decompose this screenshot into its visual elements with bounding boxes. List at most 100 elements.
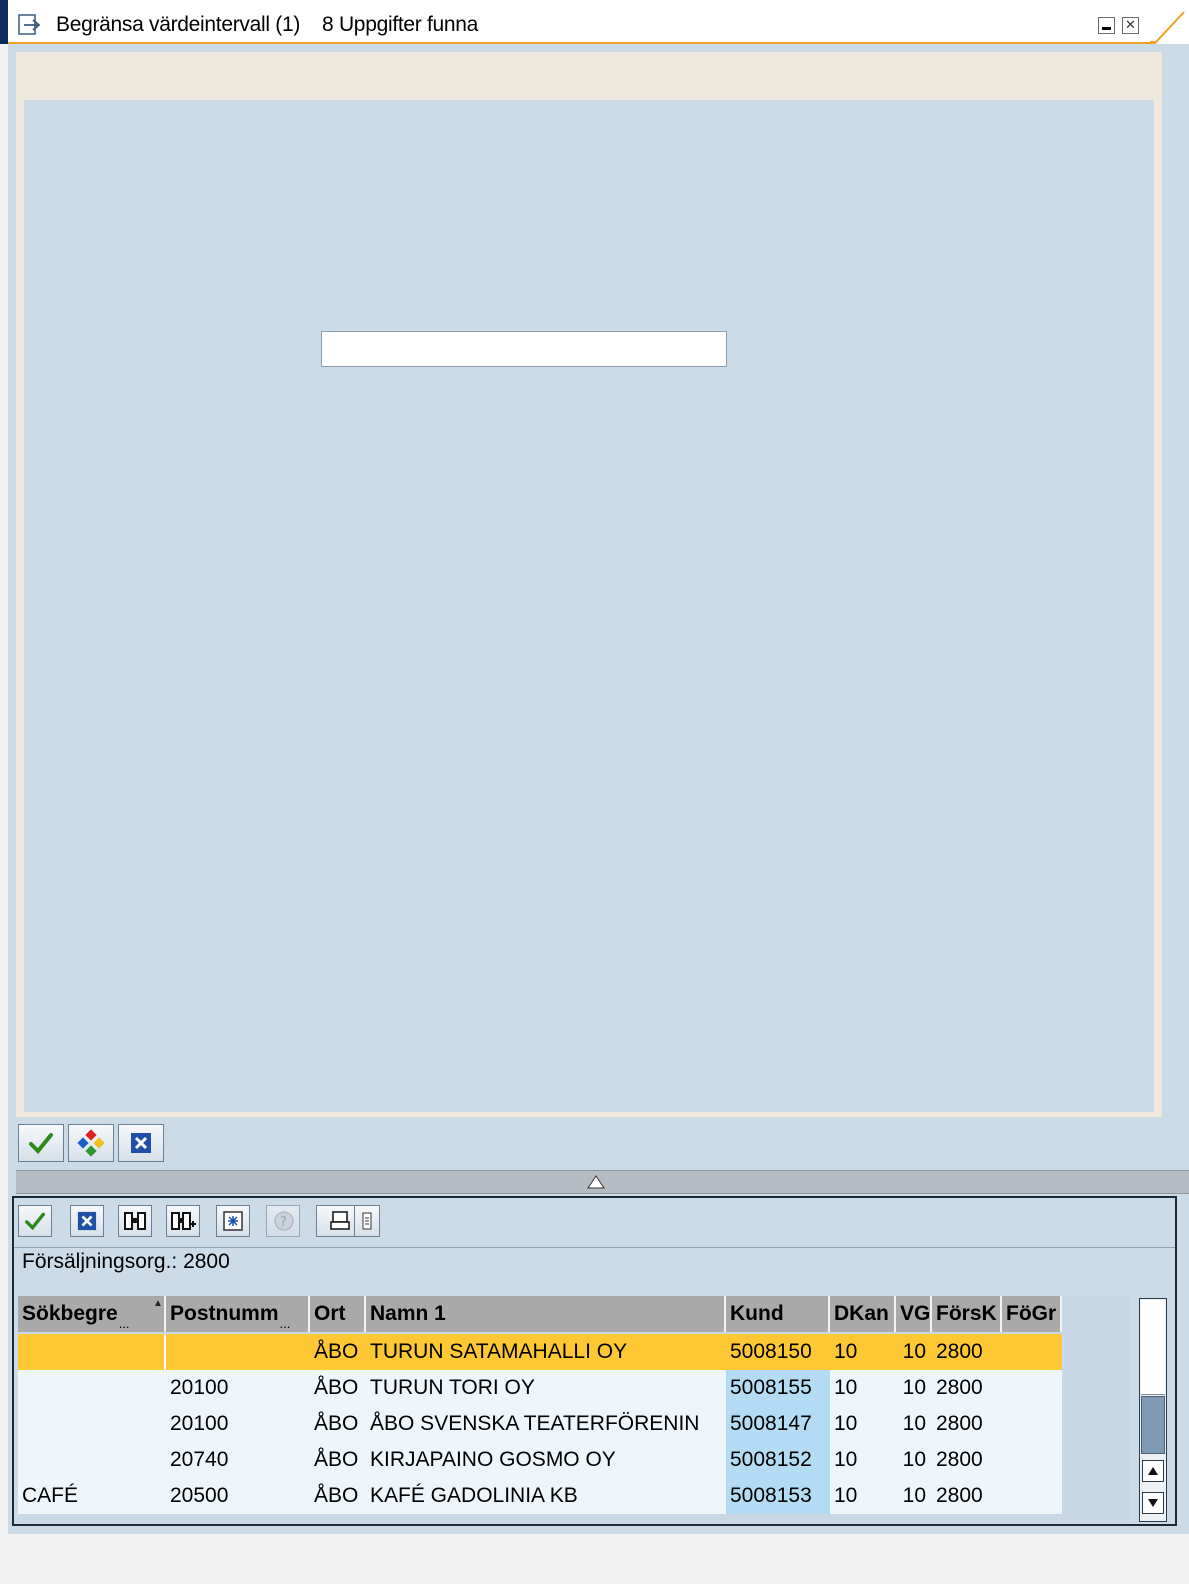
cell-kund: 5008152	[726, 1442, 830, 1478]
cell-postnummer: 20100	[170, 1412, 229, 1435]
column-header-forsk[interactable]: FörsK	[932, 1296, 1002, 1332]
cell-namn: TURUN TORI OY	[370, 1376, 535, 1399]
cell-forsk: 2800	[936, 1340, 983, 1363]
scrollbar-thumb[interactable]	[1141, 1396, 1165, 1454]
table-row[interactable]: 20740 ÅBO KIRJAPAINO GOSMO OY 5008152 10…	[18, 1442, 1062, 1478]
binoculars-plus-icon	[171, 1212, 196, 1230]
cell-ort: ÅBO	[314, 1448, 359, 1471]
binoculars-icon	[124, 1212, 146, 1230]
info-button[interactable]: ?	[266, 1205, 300, 1237]
scroll-down-button[interactable]	[1142, 1492, 1164, 1514]
cell-sokbegrepp	[18, 1334, 166, 1370]
column-header-label: Postnumm	[170, 1302, 279, 1325]
column-header-fogr[interactable]: FöGr	[1002, 1296, 1062, 1332]
cancel-x-icon	[77, 1211, 97, 1231]
cell-vg: 10	[902, 1412, 926, 1435]
info-icon: ?	[274, 1211, 294, 1231]
cell-forsk: 2800	[936, 1376, 983, 1399]
cell-ort: ÅBO	[314, 1484, 359, 1507]
column-header-sokbegrepp[interactable]: Sökbegre...	[18, 1296, 166, 1332]
column-header-kund[interactable]: Kund	[726, 1296, 830, 1332]
dropdown-menu-icon	[362, 1212, 372, 1230]
cell-namn: KIRJAPAINO GOSMO OY	[370, 1448, 616, 1471]
green-check-icon	[29, 1133, 53, 1154]
minimize-icon[interactable]	[1098, 17, 1115, 34]
green-check-icon	[24, 1212, 45, 1231]
scrollbar-track[interactable]	[1141, 1300, 1165, 1395]
find-next-button[interactable]	[166, 1205, 200, 1237]
arrow-down-icon	[1148, 1499, 1158, 1507]
titlebar-slant	[1150, 11, 1185, 43]
search-input[interactable]	[321, 331, 727, 367]
cell-kund: 5008150	[730, 1340, 812, 1363]
cell-forsk: 2800	[936, 1448, 983, 1471]
multiple-selection-button[interactable]	[68, 1124, 114, 1162]
cell-forsk: 2800	[936, 1484, 983, 1507]
hits-count: 8 Uppgifter funna	[322, 13, 479, 36]
print-menu-button[interactable]	[354, 1205, 380, 1237]
cell-ort: ÅBO	[314, 1412, 359, 1435]
splitter-arrow-icon[interactable]	[586, 1174, 606, 1190]
column-header-label: Sökbegre	[22, 1302, 118, 1325]
cell-fogr	[1002, 1334, 1062, 1370]
new-search-button[interactable]	[216, 1205, 250, 1237]
cell-vg: 10	[902, 1376, 926, 1399]
enter-button[interactable]	[18, 1124, 64, 1162]
cell-namn: ÅBO SVENSKA TEATERFÖRENIN	[370, 1412, 700, 1435]
column-header-namn[interactable]: Namn 1	[366, 1296, 726, 1332]
cell-postnummer: 20740	[170, 1448, 229, 1471]
cell-kund: 5008147	[726, 1406, 830, 1442]
cell-postnummer: 20500	[170, 1484, 229, 1507]
copy-button[interactable]	[18, 1205, 52, 1237]
window-title: Begränsa värdeintervall (1) 8 Uppgifter f…	[56, 13, 478, 37]
find-button[interactable]	[118, 1205, 152, 1237]
scroll-up-button[interactable]	[1142, 1460, 1164, 1482]
cell-forsk: 2800	[936, 1412, 983, 1435]
new-search-icon	[223, 1211, 243, 1231]
table-row[interactable]: 20100 ÅBO ÅBO SVENSKA TEATERFÖRENIN 5008…	[18, 1406, 1062, 1442]
titlebar-stripe	[0, 0, 8, 44]
cancel-button[interactable]	[118, 1124, 164, 1162]
cell-ort: ÅBO	[314, 1376, 359, 1399]
cell-vg: 10	[902, 1448, 926, 1471]
cell-postnummer: 20100	[170, 1376, 229, 1399]
sales-org-label: Försäljningsorg.: 2800	[22, 1250, 230, 1273]
cell-sokbegrepp	[18, 1442, 166, 1478]
cell-sokbegrepp	[18, 1370, 166, 1406]
dialog-title: Begränsa värdeintervall (1)	[56, 13, 301, 36]
results-table: Sökbegre... Postnumm... Ort Namn 1 Kund …	[18, 1296, 1130, 1524]
cell-namn: TURUN SATAMAHALLI OY	[370, 1340, 628, 1363]
cell-fogr	[1002, 1406, 1062, 1442]
cell-vg: 10	[902, 1340, 926, 1363]
printer-icon	[330, 1211, 350, 1230]
cancel-button[interactable]	[70, 1205, 104, 1237]
restriction-panel	[24, 100, 1154, 1112]
column-header-vg[interactable]: VG	[896, 1296, 932, 1332]
multiple-selection-icon	[77, 1129, 105, 1157]
cell-postnummer	[166, 1334, 310, 1370]
arrow-up-icon	[1148, 1467, 1158, 1475]
column-header-dkan[interactable]: DKan	[830, 1296, 896, 1332]
column-header-ort[interactable]: Ort	[310, 1296, 366, 1332]
toolbar-separator	[14, 1247, 1175, 1248]
cell-namn: KAFÉ GADOLINIA KB	[370, 1484, 578, 1507]
close-icon[interactable]: ✕	[1122, 17, 1139, 34]
status-bar	[0, 1534, 1189, 1584]
cell-fogr	[1002, 1478, 1062, 1514]
cell-kund: 5008155	[726, 1370, 830, 1406]
cell-ort: ÅBO	[314, 1340, 359, 1363]
column-header-postnummer[interactable]: Postnumm...	[166, 1296, 310, 1332]
cell-sokbegrepp	[18, 1406, 166, 1442]
svg-text:?: ?	[280, 1215, 287, 1230]
cell-kund: 5008153	[726, 1478, 830, 1514]
table-row[interactable]: CAFÉ 20500 ÅBO KAFÉ GADOLINIA KB 5008153…	[18, 1478, 1062, 1514]
sort-ascending-icon: ▲	[153, 1298, 163, 1309]
cell-sokbegrepp: CAFÉ	[22, 1484, 79, 1507]
cancel-x-icon	[131, 1133, 151, 1153]
dialog-icon	[18, 14, 41, 35]
cell-vg: 10	[902, 1484, 926, 1507]
table-row[interactable]: ÅBO TURUN SATAMAHALLI OY 5008150 10 10 2…	[18, 1334, 1062, 1370]
table-row[interactable]: 20100 ÅBO TURUN TORI OY 5008155 10 10 28…	[18, 1370, 1062, 1406]
cell-fogr	[1002, 1370, 1062, 1406]
cell-fogr	[1002, 1442, 1062, 1478]
